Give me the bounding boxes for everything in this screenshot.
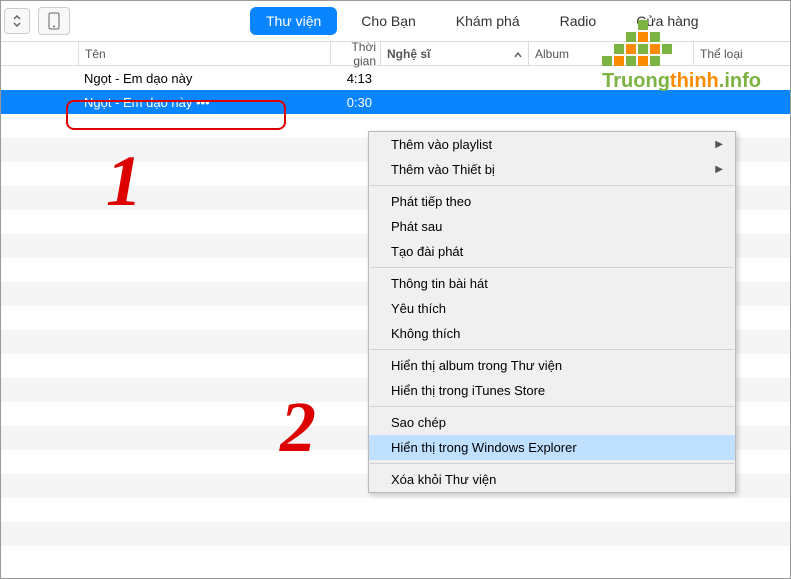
nav-tabs: Thư viện Cho Bạn Khám phá Radio Cửa hàng <box>250 7 715 35</box>
menu-copy[interactable]: Sao chép <box>369 410 735 435</box>
column-name[interactable]: Tên <box>78 42 330 65</box>
device-button[interactable] <box>38 7 70 35</box>
menu-play-next[interactable]: Phát tiếp theo <box>369 189 735 214</box>
song-time: 4:13 <box>330 71 380 86</box>
tab-for-you[interactable]: Cho Bạn <box>345 7 431 35</box>
song-name: Ngọt - Em dạo này ••• <box>78 95 330 110</box>
chevron-right-icon: ▶ <box>715 164 723 175</box>
sort-buttons <box>4 8 30 34</box>
menu-song-info[interactable]: Thông tin bài hát <box>369 271 735 296</box>
song-name: Ngọt - Em dạo này <box>78 71 330 86</box>
table-row-selected[interactable]: Ngọt - Em dạo này ••• 0:30 <box>0 90 791 114</box>
column-artist-label: Nghệ sĩ <box>387 47 430 61</box>
chevron-right-icon: ▶ <box>715 139 723 150</box>
tab-store[interactable]: Cửa hàng <box>620 7 714 35</box>
tab-browse[interactable]: Khám phá <box>440 7 536 35</box>
column-genre[interactable]: Thể loại <box>693 42 791 65</box>
song-time: 0:30 <box>330 95 380 110</box>
menu-dislike[interactable]: Không thích <box>369 321 735 346</box>
table-header: Tên Thời gian Nghệ sĩ Album Thể loại <box>0 42 791 66</box>
tab-radio[interactable]: Radio <box>544 7 613 35</box>
menu-add-playlist[interactable]: Thêm vào playlist▶ <box>369 132 735 157</box>
menu-add-device[interactable]: Thêm vào Thiết bị▶ <box>369 157 735 182</box>
toolbar: Thư viện Cho Bạn Khám phá Radio Cửa hàng <box>0 0 791 42</box>
column-time[interactable]: Thời gian <box>330 42 380 65</box>
sort-asc-icon <box>514 47 522 61</box>
context-menu: Thêm vào playlist▶ Thêm vào Thiết bị▶ Ph… <box>368 131 736 493</box>
menu-play-later[interactable]: Phát sau <box>369 214 735 239</box>
menu-love[interactable]: Yêu thích <box>369 296 735 321</box>
table-row[interactable]: Ngọt - Em dạo này 4:13 <box>0 66 791 90</box>
column-artist[interactable]: Nghệ sĩ <box>380 42 528 65</box>
menu-delete[interactable]: Xóa khỏi Thư viện <box>369 467 735 492</box>
menu-show-explorer[interactable]: Hiển thị trong Windows Explorer <box>369 435 735 460</box>
menu-show-store[interactable]: Hiển thị trong iTunes Store <box>369 378 735 403</box>
sort-dropdown-button[interactable] <box>5 9 29 33</box>
column-album[interactable]: Album <box>528 42 693 65</box>
tab-library[interactable]: Thư viện <box>250 7 337 35</box>
menu-create-station[interactable]: Tạo đài phát <box>369 239 735 264</box>
menu-show-album[interactable]: Hiển thị album trong Thư viện <box>369 353 735 378</box>
